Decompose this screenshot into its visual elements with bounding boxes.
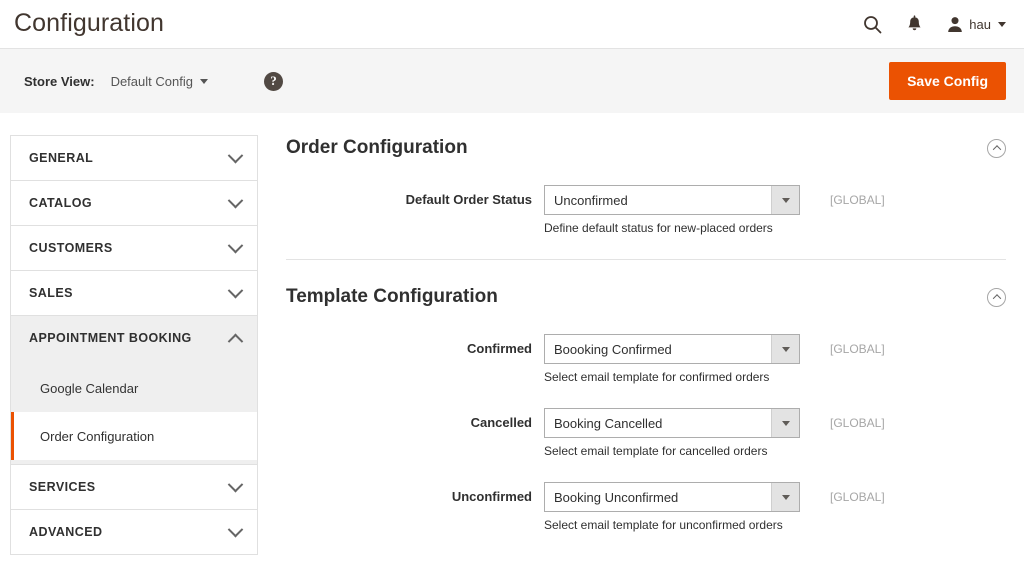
sidebar-item-google-calendar[interactable]: Google Calendar: [11, 364, 257, 412]
select-value: Unconfirmed: [554, 192, 628, 208]
header-tools: hau: [863, 14, 1006, 34]
field-confirmed-template: Confirmed Boooking Confirmed Select emai…: [286, 334, 1006, 384]
chevron-down-icon: [227, 521, 244, 537]
sidebar-item-label: CATALOG: [29, 196, 93, 210]
default-order-status-select[interactable]: Unconfirmed: [544, 185, 800, 215]
field-control: Booking Cancelled Select email template …: [544, 408, 800, 458]
chevron-up-icon: [227, 333, 244, 349]
field-scope-badge: [GLOBAL]: [830, 193, 885, 207]
page-body: GENERAL CATALOG CUSTOMERS SALES APPOINTM…: [0, 113, 1024, 556]
sidebar-item-appointment-booking[interactable]: APPOINTMENT BOOKING: [11, 316, 257, 360]
field-unconfirmed-template: Unconfirmed Booking Unconfirmed Select e…: [286, 482, 1006, 532]
sidebar-item-label: SERVICES: [29, 480, 96, 494]
question-mark-icon[interactable]: ?: [263, 71, 283, 91]
sidebar-item-catalog[interactable]: CATALOG: [11, 181, 257, 225]
field-control: Boooking Confirmed Select email template…: [544, 334, 800, 384]
bell-icon[interactable]: [906, 14, 923, 34]
chevron-down-icon: [771, 409, 799, 437]
sidebar-item-label: APPOINTMENT BOOKING: [29, 331, 192, 345]
store-view-value: Default Config: [110, 73, 193, 89]
sidebar-section-services: SERVICES: [11, 465, 257, 510]
page-header: Configuration hau: [0, 0, 1024, 48]
chevron-down-icon: [227, 192, 244, 208]
chevron-down-icon: [227, 237, 244, 253]
store-view-label: Store View:: [24, 73, 95, 89]
field-scope-badge: [GLOBAL]: [830, 342, 885, 356]
sidebar-item-general[interactable]: GENERAL: [11, 136, 257, 180]
save-config-button[interactable]: Save Config: [889, 62, 1006, 100]
field-label: Unconfirmed: [451, 489, 532, 504]
cancelled-template-select[interactable]: Booking Cancelled: [544, 408, 800, 438]
field-cancelled-template: Cancelled Booking Cancelled Select email…: [286, 408, 1006, 458]
user-menu[interactable]: hau: [947, 16, 1006, 33]
field-note: Select email template for confirmed orde…: [544, 370, 770, 384]
user-name: hau: [969, 16, 991, 32]
chevron-down-icon: [771, 483, 799, 511]
sidebar-submenu: Google Calendar Order Configuration: [11, 360, 257, 464]
field-control: Unconfirmed Define default status for ne…: [544, 185, 800, 235]
chevron-down-icon: [199, 78, 208, 84]
field-label: Cancelled: [470, 415, 532, 430]
sidebar-item-customers[interactable]: CUSTOMERS: [11, 226, 257, 270]
sidebar-subitem-label: Google Calendar: [40, 380, 139, 396]
chevron-down-icon: [771, 186, 799, 214]
user-avatar-icon: [947, 16, 963, 33]
select-value: Boooking Confirmed: [554, 341, 672, 357]
sidebar-item-services[interactable]: SERVICES: [11, 465, 257, 509]
store-view-switcher[interactable]: Default Config: [111, 74, 208, 89]
field-label: Confirmed: [467, 341, 532, 356]
config-content: Order Configuration Default Order Status…: [258, 135, 1024, 556]
config-sidebar: GENERAL CATALOG CUSTOMERS SALES APPOINTM…: [10, 135, 258, 555]
chevron-down-icon: [771, 335, 799, 363]
sidebar-section-advanced: ADVANCED: [11, 510, 257, 554]
field-note: Select email template for unconfirmed or…: [544, 518, 783, 532]
chevron-down-icon: [227, 147, 244, 163]
field-scope-badge: [GLOBAL]: [830, 490, 885, 504]
sidebar-section-customers: CUSTOMERS: [11, 226, 257, 271]
section-template-configuration: Template Configuration Confirmed Boookin…: [286, 259, 1006, 532]
chevron-down-icon: [998, 21, 1006, 27]
sidebar-item-sales[interactable]: SALES: [11, 271, 257, 315]
store-view-bar: Store View: Default Config ? Save Config: [0, 48, 1024, 113]
sidebar-item-order-configuration[interactable]: Order Configuration: [11, 412, 257, 460]
field-label: Default Order Status: [405, 192, 532, 207]
sidebar-section-general: GENERAL: [11, 136, 257, 181]
section-header[interactable]: Template Configuration: [286, 260, 1006, 334]
sidebar-item-label: SALES: [29, 286, 73, 300]
select-value: Booking Cancelled: [554, 415, 663, 431]
confirmed-template-select[interactable]: Boooking Confirmed: [544, 334, 800, 364]
sidebar-item-label: ADVANCED: [29, 525, 103, 539]
select-value: Booking Unconfirmed: [554, 489, 679, 505]
search-icon[interactable]: [863, 15, 882, 34]
field-scope-badge: [GLOBAL]: [830, 416, 885, 430]
chevron-up-circle-icon[interactable]: [987, 138, 1006, 158]
sidebar-section-catalog: CATALOG: [11, 181, 257, 226]
field-control: Booking Unconfirmed Select email templat…: [544, 482, 800, 532]
field-default-order-status: Default Order Status Unconfirmed Define …: [286, 185, 1006, 235]
section-title: Order Configuration: [286, 137, 468, 158]
page-title: Configuration: [14, 8, 165, 37]
field-note: Define default status for new-placed ord…: [544, 221, 773, 235]
section-title: Template Configuration: [286, 286, 498, 307]
sidebar-subitem-label: Order Configuration: [40, 428, 155, 444]
section-order-configuration: Order Configuration Default Order Status…: [286, 135, 1006, 235]
unconfirmed-template-select[interactable]: Booking Unconfirmed: [544, 482, 800, 512]
sidebar-item-advanced[interactable]: ADVANCED: [11, 510, 257, 554]
chevron-up-circle-icon[interactable]: [987, 287, 1006, 307]
sidebar-section-sales: SALES: [11, 271, 257, 316]
chevron-down-icon: [227, 282, 244, 298]
field-note: Select email template for cancelled orde…: [544, 444, 768, 458]
sidebar-item-label: GENERAL: [29, 151, 94, 165]
section-header[interactable]: Order Configuration: [286, 135, 1006, 185]
chevron-down-icon: [227, 476, 244, 492]
sidebar-item-label: CUSTOMERS: [29, 241, 113, 255]
sidebar-section-appointment-booking: APPOINTMENT BOOKING Google Calendar Orde…: [11, 316, 257, 465]
